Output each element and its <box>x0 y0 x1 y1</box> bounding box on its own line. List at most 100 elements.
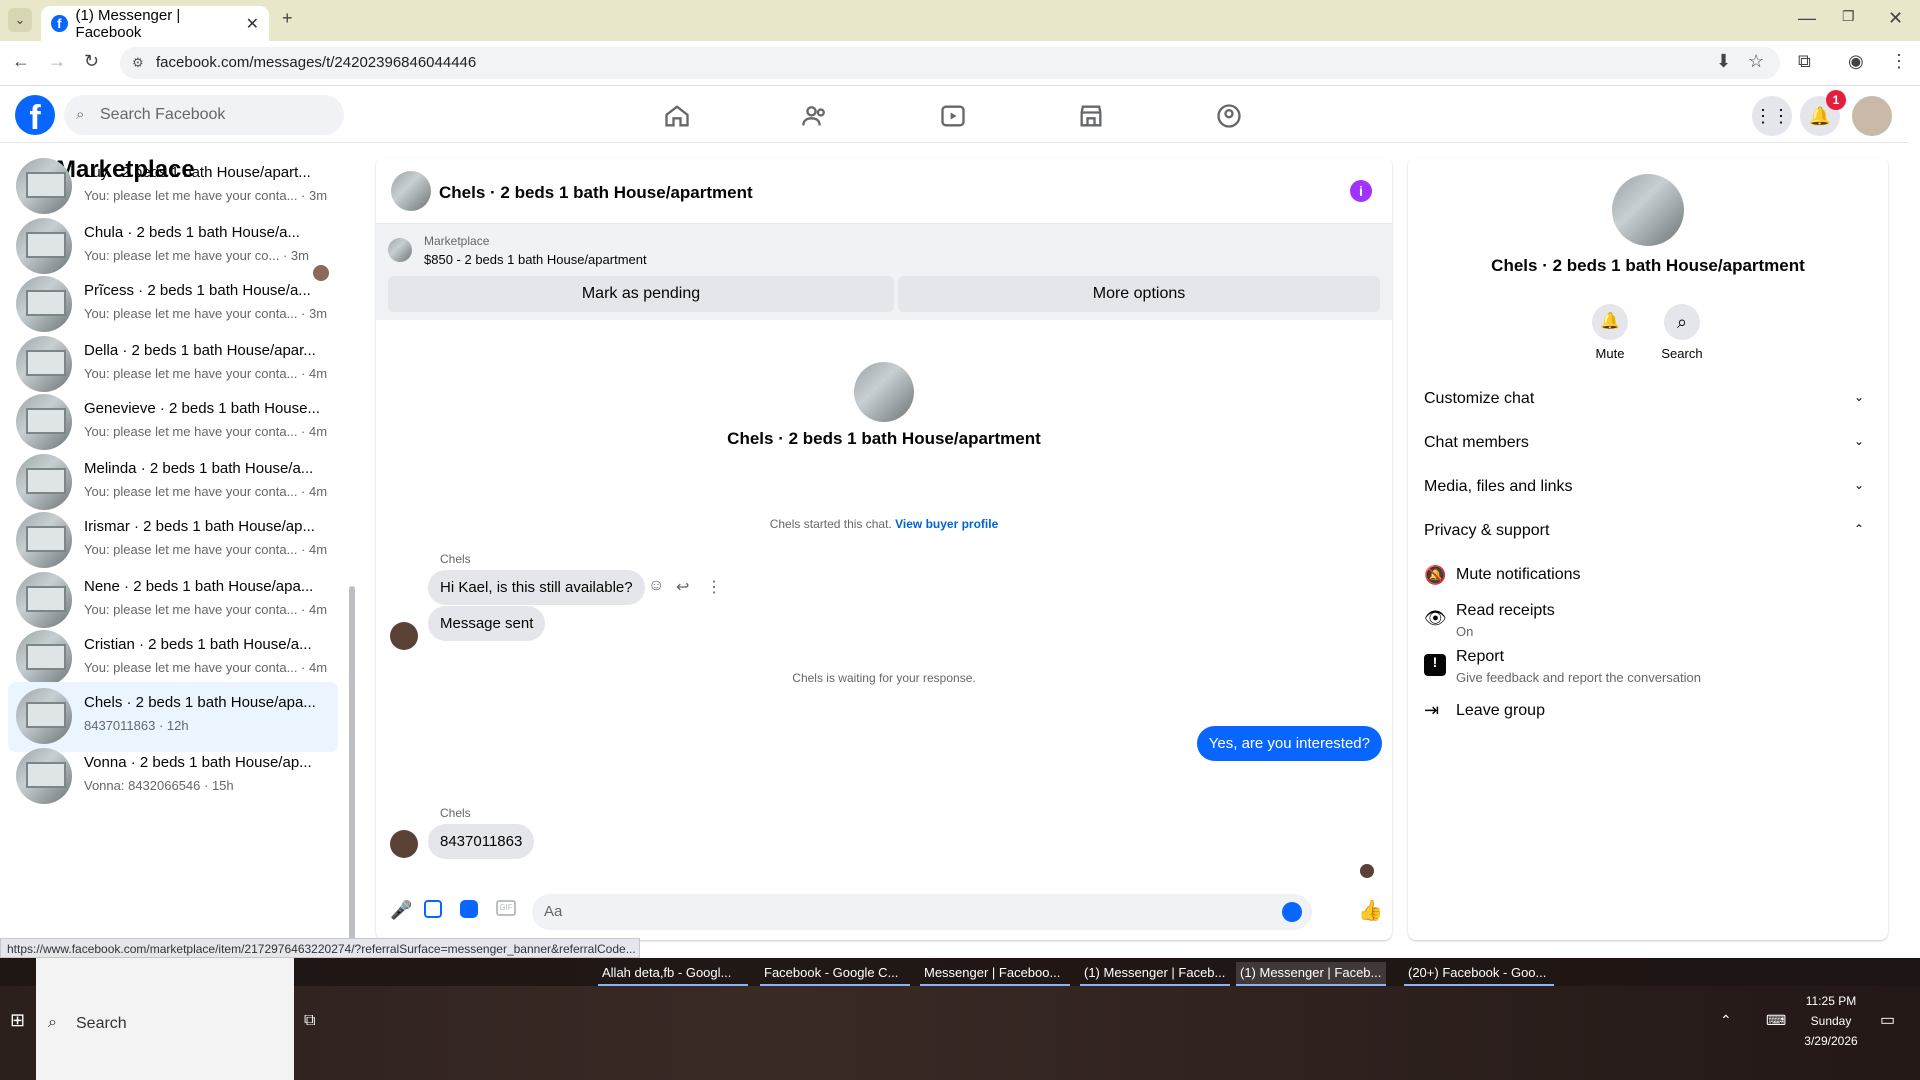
conversation-preview: You: please let me have your co... · 3m <box>84 248 309 263</box>
mute-notifications-option[interactable]: Mute notifications <box>1456 566 1581 584</box>
read-receipts-option[interactable]: Read receipts <box>1456 602 1555 620</box>
keyboard-icon[interactable]: ⌨ <box>1766 1012 1786 1029</box>
taskbar-window-button[interactable]: Allah deta,fb - Googl... <box>598 962 748 986</box>
tab-title: (1) Messenger | Facebook <box>75 6 181 41</box>
more-actions-icon[interactable]: ⋮ <box>706 577 722 597</box>
message-bubble[interactable]: Hi Kael, is this still available? <box>428 570 645 605</box>
react-icon[interactable]: ☺ <box>648 577 664 595</box>
friends-icon[interactable] <box>801 102 829 130</box>
sender-avatar[interactable] <box>390 622 418 650</box>
conversation-item[interactable]: Vonna · 2 beds 1 bath House/ap... Vonna: … <box>8 742 338 812</box>
conversation-preview: You: please let me have your conta... · … <box>84 660 328 675</box>
search-icon: ⌕ <box>76 106 85 123</box>
forward-icon[interactable]: → <box>48 51 66 72</box>
conversation-title: Irismar · 2 beds 1 bath House/ap... <box>84 518 315 535</box>
own-message-bubble[interactable]: Yes, are you interested? <box>1196 726 1382 761</box>
menu-kebab-icon[interactable]: ⋮ <box>1890 51 1908 72</box>
tab-search-button[interactable]: ⌄ <box>8 8 32 32</box>
site-info-icon[interactable]: ⚙ <box>132 47 144 79</box>
privacy-support-row[interactable]: Privacy & support ⌃ <box>1424 522 1864 540</box>
conversation-title: Vonna · 2 beds 1 bath House/ap... <box>84 754 312 771</box>
menu-grid-icon[interactable]: ⋮⋮ <box>1752 96 1792 136</box>
taskbar-window-button[interactable]: (20+) Facebook - Goo... <box>1404 962 1554 986</box>
extensions-icon[interactable]: ⧉ <box>1798 51 1811 72</box>
install-icon[interactable]: ⬇ <box>1716 51 1731 72</box>
customize-chat-label: Customize chat <box>1424 390 1535 407</box>
window-close-button[interactable]: ✕ <box>1888 8 1903 29</box>
gif-icon[interactable]: GIF <box>496 900 516 916</box>
profile-icon[interactable]: ◉ <box>1848 51 1864 72</box>
conversation-preview: You: please let me have your conta... · … <box>84 306 328 321</box>
report-option[interactable]: Report <box>1456 648 1504 666</box>
chat-header-title[interactable]: Chels · 2 beds 1 bath House/apartment <box>439 183 753 203</box>
search-facebook-input[interactable]: ⌕ Search Facebook <box>64 95 344 135</box>
notification-center-icon[interactable]: ▭ <box>1880 1010 1895 1030</box>
listing-thumbnail[interactable] <box>388 238 412 262</box>
conversation-info-icon[interactable]: i <box>1350 180 1372 202</box>
conversation-avatar <box>16 630 72 686</box>
info-avatar[interactable] <box>1612 174 1684 246</box>
listing-label: Marketplace <box>424 234 490 248</box>
new-tab-button[interactable]: + <box>282 8 293 29</box>
taskbar-search-box[interactable]: ⌕ Search <box>36 958 294 1080</box>
back-icon[interactable]: ← <box>12 51 30 72</box>
search-icon[interactable]: ⌕ <box>1664 304 1700 340</box>
chat-header-avatar[interactable] <box>391 171 431 211</box>
tab-close-icon[interactable]: ✕ <box>246 14 259 34</box>
taskbar-window-button[interactable]: (1) Messenger | Faceb... <box>1080 962 1230 986</box>
task-view-icon[interactable]: ⧉ <box>304 1012 315 1030</box>
mic-icon[interactable]: 🎤 <box>390 900 412 921</box>
facebook-logo-icon[interactable]: f <box>15 95 55 137</box>
tray-up-icon[interactable]: ⌃ <box>1720 1012 1732 1029</box>
conversation-title: Della · 2 beds 1 bath House/apar... <box>84 342 316 359</box>
sender-avatar[interactable] <box>390 830 418 858</box>
sticker-icon[interactable] <box>460 900 478 918</box>
leave-group-option[interactable]: Leave group <box>1456 702 1545 720</box>
restore-button[interactable]: ❐ <box>1842 8 1855 25</box>
account-avatar[interactable] <box>1852 96 1892 136</box>
chevron-down-icon: ⌄ <box>1853 478 1864 492</box>
clock-day: Sunday <box>1810 1014 1852 1028</box>
bookmark-star-icon[interactable]: ☆ <box>1748 51 1764 72</box>
intro-avatar[interactable] <box>854 362 914 422</box>
photo-icon[interactable] <box>424 900 442 918</box>
groups-icon[interactable] <box>1215 102 1243 130</box>
taskbar-window-button[interactable]: Messenger | Faceboo... <box>920 962 1070 986</box>
conversation-avatar <box>16 688 72 744</box>
facebook-header: f ⌕ Search Facebook ⋮⋮ 🔔 1 <box>0 86 1908 143</box>
clock-time[interactable]: 11:25 PM <box>1804 994 1858 1008</box>
customize-chat-row[interactable]: Customize chat ⌄ <box>1424 390 1864 408</box>
conversation-title: Cristian · 2 beds 1 bath House/a... <box>84 636 312 653</box>
message-bubble[interactable]: Message sent <box>428 606 546 641</box>
message-input[interactable]: Aa <box>532 894 1312 930</box>
message-bubble[interactable]: 8437011863 <box>428 824 535 859</box>
leave-group-icon: ⇥ <box>1424 700 1440 720</box>
url-field[interactable]: ⚙ facebook.com/messages/t/24202396846044… <box>120 47 1780 79</box>
browser-tab-active[interactable]: f (1) Messenger | Facebook ✕ <box>41 6 269 41</box>
home-icon[interactable] <box>663 102 691 130</box>
like-thumb-icon[interactable]: 👍 <box>1358 898 1383 923</box>
windows-start-icon[interactable]: ⊞ <box>10 1010 25 1031</box>
conversation-preview: You: please let me have your conta... · … <box>84 424 328 439</box>
video-icon[interactable] <box>939 102 967 130</box>
marketplace-icon[interactable] <box>1077 102 1105 130</box>
conversation-avatar <box>16 454 72 510</box>
reply-icon[interactable]: ↩ <box>676 577 689 597</box>
mute-bell-icon[interactable]: 🔔 <box>1592 304 1628 340</box>
taskbar-window-button[interactable]: (1) Messenger | Faceb... <box>1236 962 1386 986</box>
more-options-button[interactable]: More options <box>898 276 1380 312</box>
intro-name: Chels · 2 beds 1 bath House/apartment <box>727 429 1041 448</box>
minimize-button[interactable]: — <box>1798 8 1816 29</box>
view-buyer-profile-link[interactable]: View buyer profile <box>895 517 998 531</box>
conversation-title: Chels · 2 beds 1 bath House/apa... <box>84 694 316 711</box>
search-placeholder: Search Facebook <box>100 106 226 123</box>
conversation-preview: 8437011863 · 12h <box>84 718 189 733</box>
media-files-row[interactable]: Media, files and links ⌄ <box>1424 478 1864 496</box>
mark-as-pending-button[interactable]: Mark as pending <box>388 276 894 312</box>
emoji-icon[interactable] <box>1282 902 1302 922</box>
list-scrollbar[interactable] <box>349 586 355 956</box>
reload-icon[interactable]: ↻ <box>84 51 99 72</box>
listing-detail[interactable]: $850 - 2 beds 1 bath House/apartment <box>424 252 647 267</box>
chat-members-row[interactable]: Chat members ⌄ <box>1424 434 1864 452</box>
taskbar-window-button[interactable]: Facebook - Google C... <box>760 962 910 986</box>
